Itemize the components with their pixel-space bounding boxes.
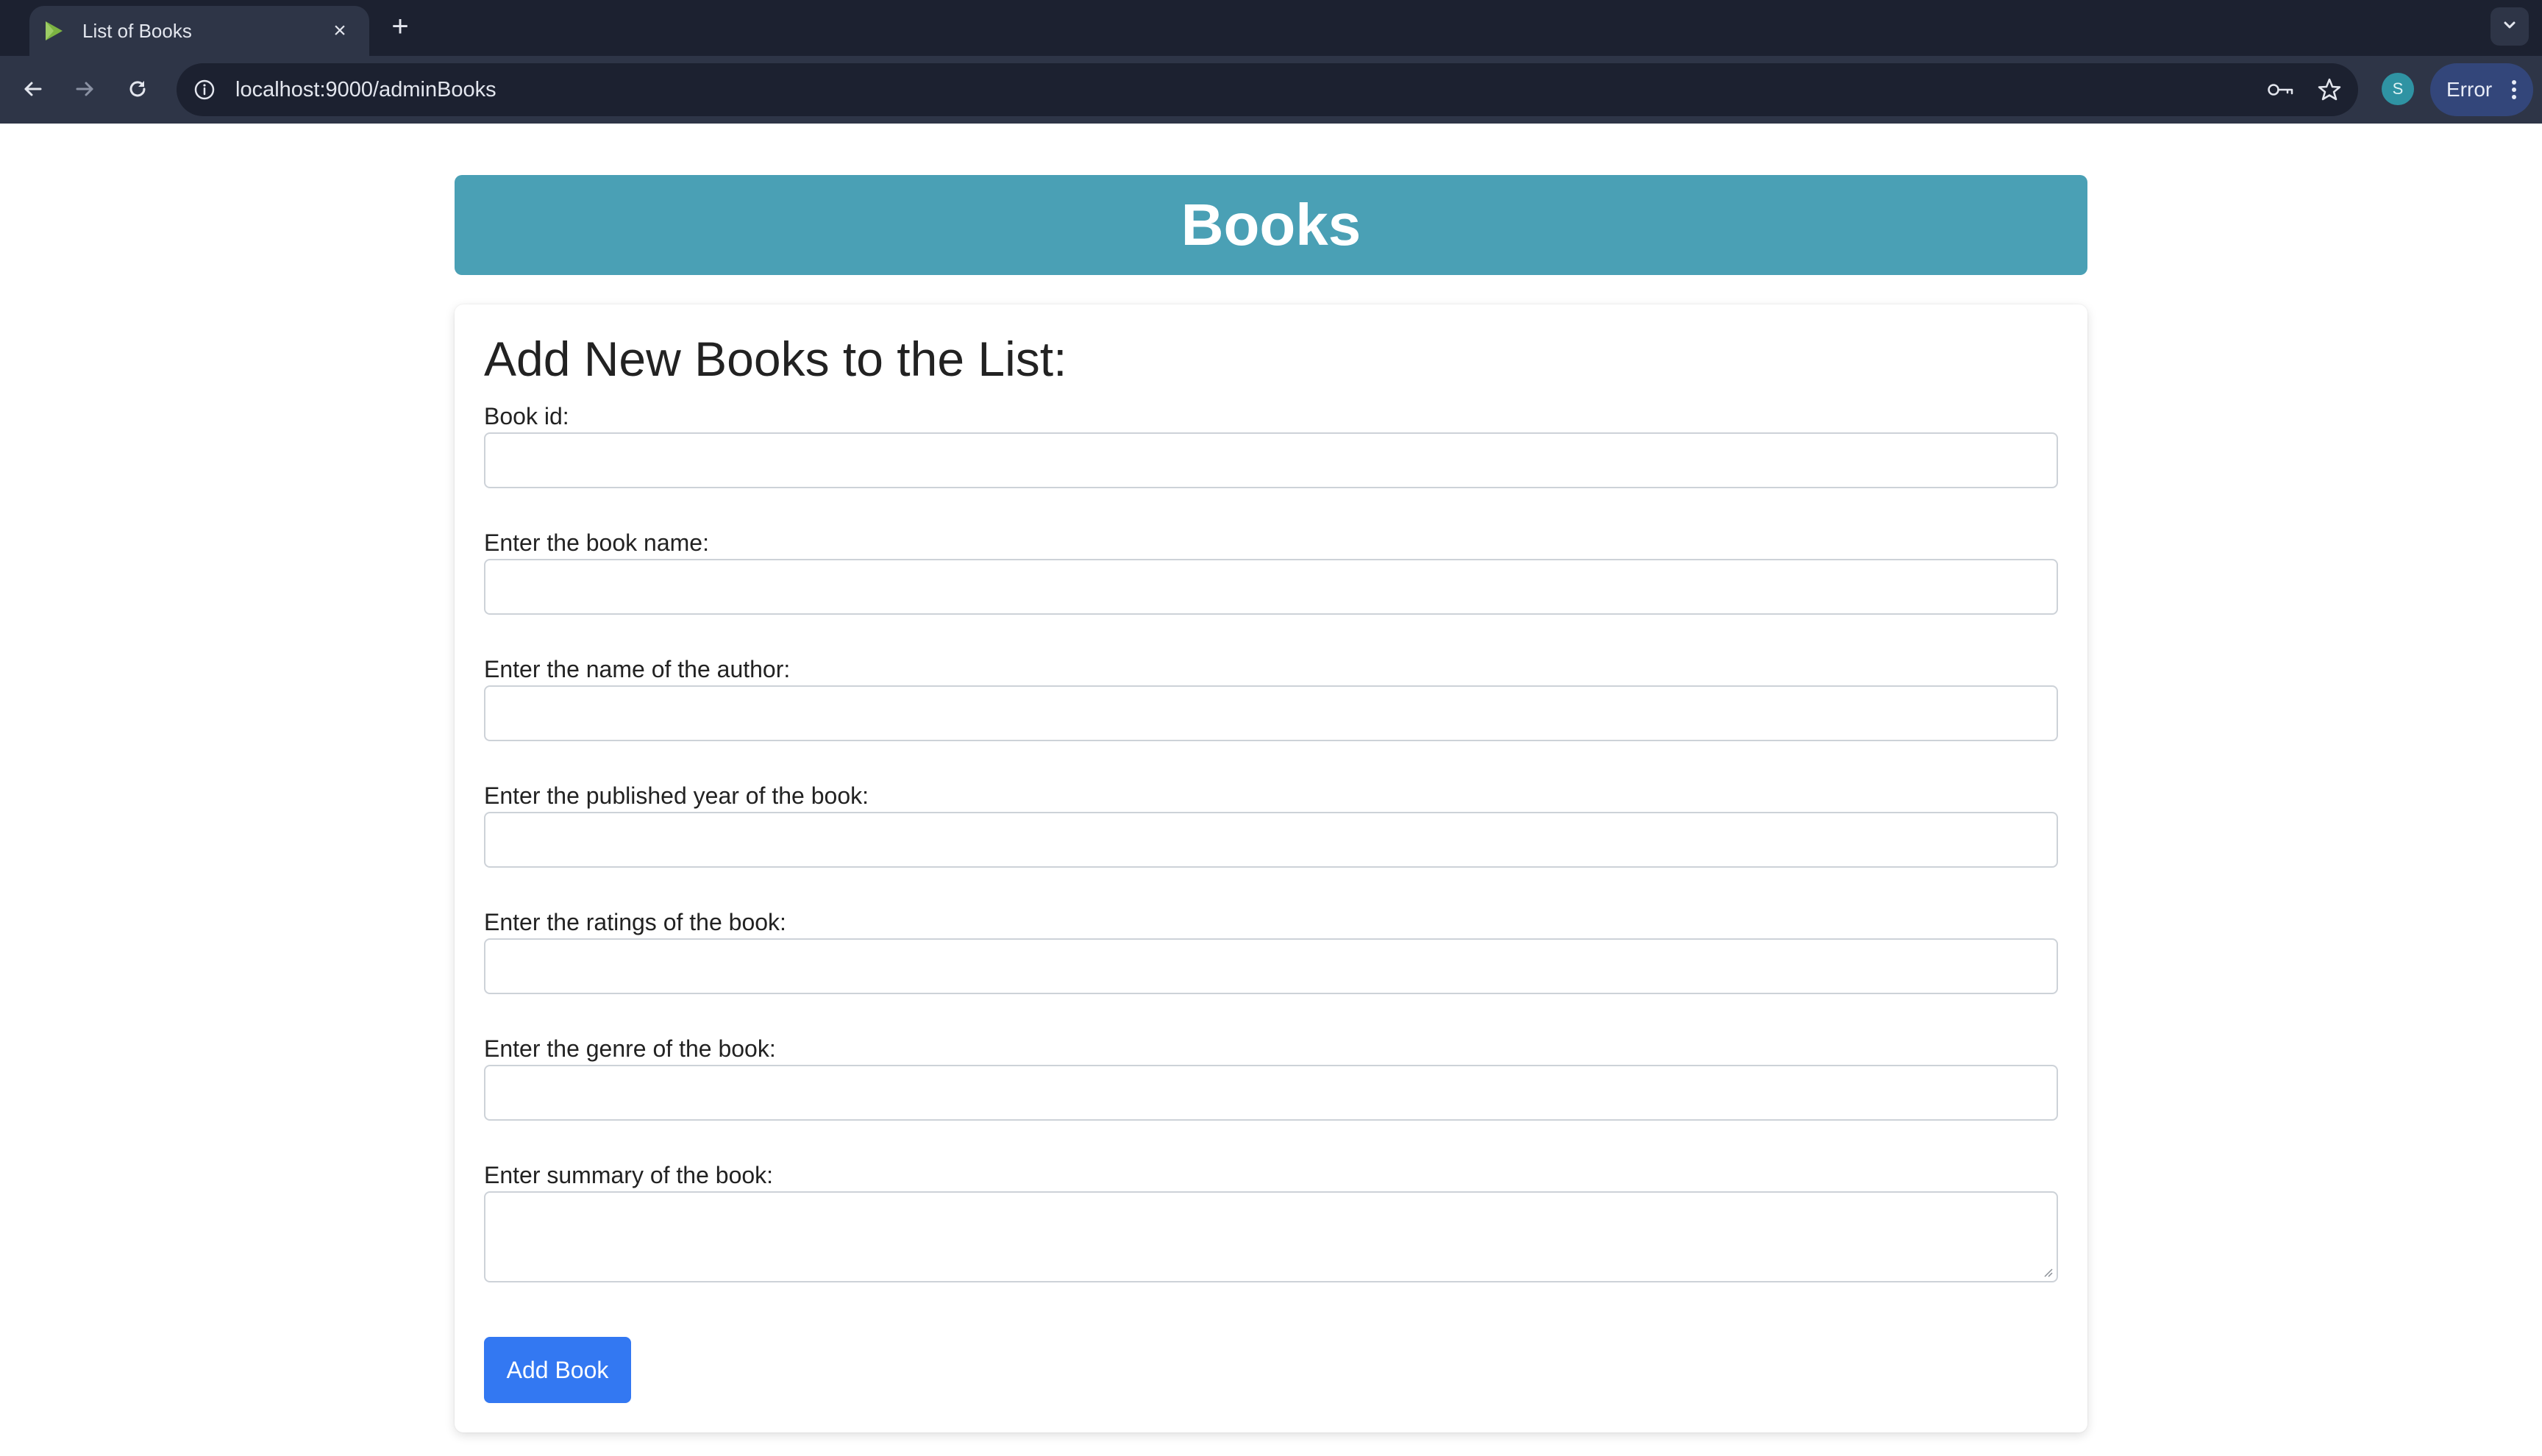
page-banner: Books	[455, 175, 2087, 275]
book-name-label: Enter the book name:	[484, 529, 709, 556]
key-icon[interactable]	[2261, 70, 2301, 110]
kebab-menu-icon[interactable]	[2501, 79, 2527, 101]
resize-grip-icon[interactable]	[2040, 1265, 2054, 1278]
forward-button[interactable]	[65, 71, 104, 110]
browser-toolbar: localhost:9000/adminBooks S Error	[0, 56, 2542, 124]
form-heading: Add New Books to the List:	[484, 332, 1067, 386]
published-year-input[interactable]	[484, 812, 2058, 868]
url-text[interactable]: localhost:9000/adminBooks	[235, 78, 2261, 102]
info-circle-icon[interactable]	[191, 76, 218, 103]
page-content: Books Add New Books to the List: Book id…	[0, 124, 2542, 1456]
book-id-input[interactable]	[484, 432, 2058, 488]
summary-textarea[interactable]	[484, 1191, 2058, 1282]
error-button[interactable]: Error	[2430, 63, 2533, 116]
page-title: Books	[1181, 192, 1361, 257]
book-id-label: Book id:	[484, 403, 569, 429]
address-bar[interactable]: localhost:9000/adminBooks	[177, 63, 2358, 116]
ratings-label: Enter the ratings of the book:	[484, 909, 786, 935]
book-name-input[interactable]	[484, 559, 2058, 615]
author-label: Enter the name of the author:	[484, 656, 791, 682]
tab-title: List of Books	[82, 19, 192, 42]
close-tab-icon[interactable]: ×	[325, 16, 355, 46]
profile-avatar[interactable]: S	[2382, 73, 2414, 105]
browser-chrome: List of Books × + localhost:9000/adminBo…	[0, 0, 2542, 124]
summary-label: Enter summary of the book:	[484, 1162, 774, 1188]
new-tab-button[interactable]: +	[382, 9, 418, 44]
chevron-down-icon	[2502, 17, 2518, 37]
tab-search-button[interactable]	[2491, 7, 2529, 46]
reload-button[interactable]	[118, 71, 157, 110]
arrow-left-icon	[22, 78, 44, 104]
published-year-label: Enter the published year of the book:	[484, 782, 869, 809]
reload-icon	[127, 78, 149, 104]
arrow-right-icon	[74, 78, 96, 104]
play-triangle-icon	[43, 20, 65, 42]
browser-tab[interactable]: List of Books ×	[29, 6, 369, 56]
add-book-form: Add New Books to the List: Book id: Ente…	[455, 304, 2087, 1432]
error-label: Error	[2446, 78, 2493, 101]
back-button[interactable]	[13, 71, 53, 110]
genre-label: Enter the genre of the book:	[484, 1035, 776, 1062]
author-input[interactable]	[484, 685, 2058, 741]
star-icon[interactable]	[2310, 70, 2349, 110]
add-book-button[interactable]: Add Book	[484, 1337, 631, 1403]
ratings-input[interactable]	[484, 938, 2058, 994]
tab-strip: List of Books × +	[0, 0, 2542, 56]
genre-input[interactable]	[484, 1065, 2058, 1121]
